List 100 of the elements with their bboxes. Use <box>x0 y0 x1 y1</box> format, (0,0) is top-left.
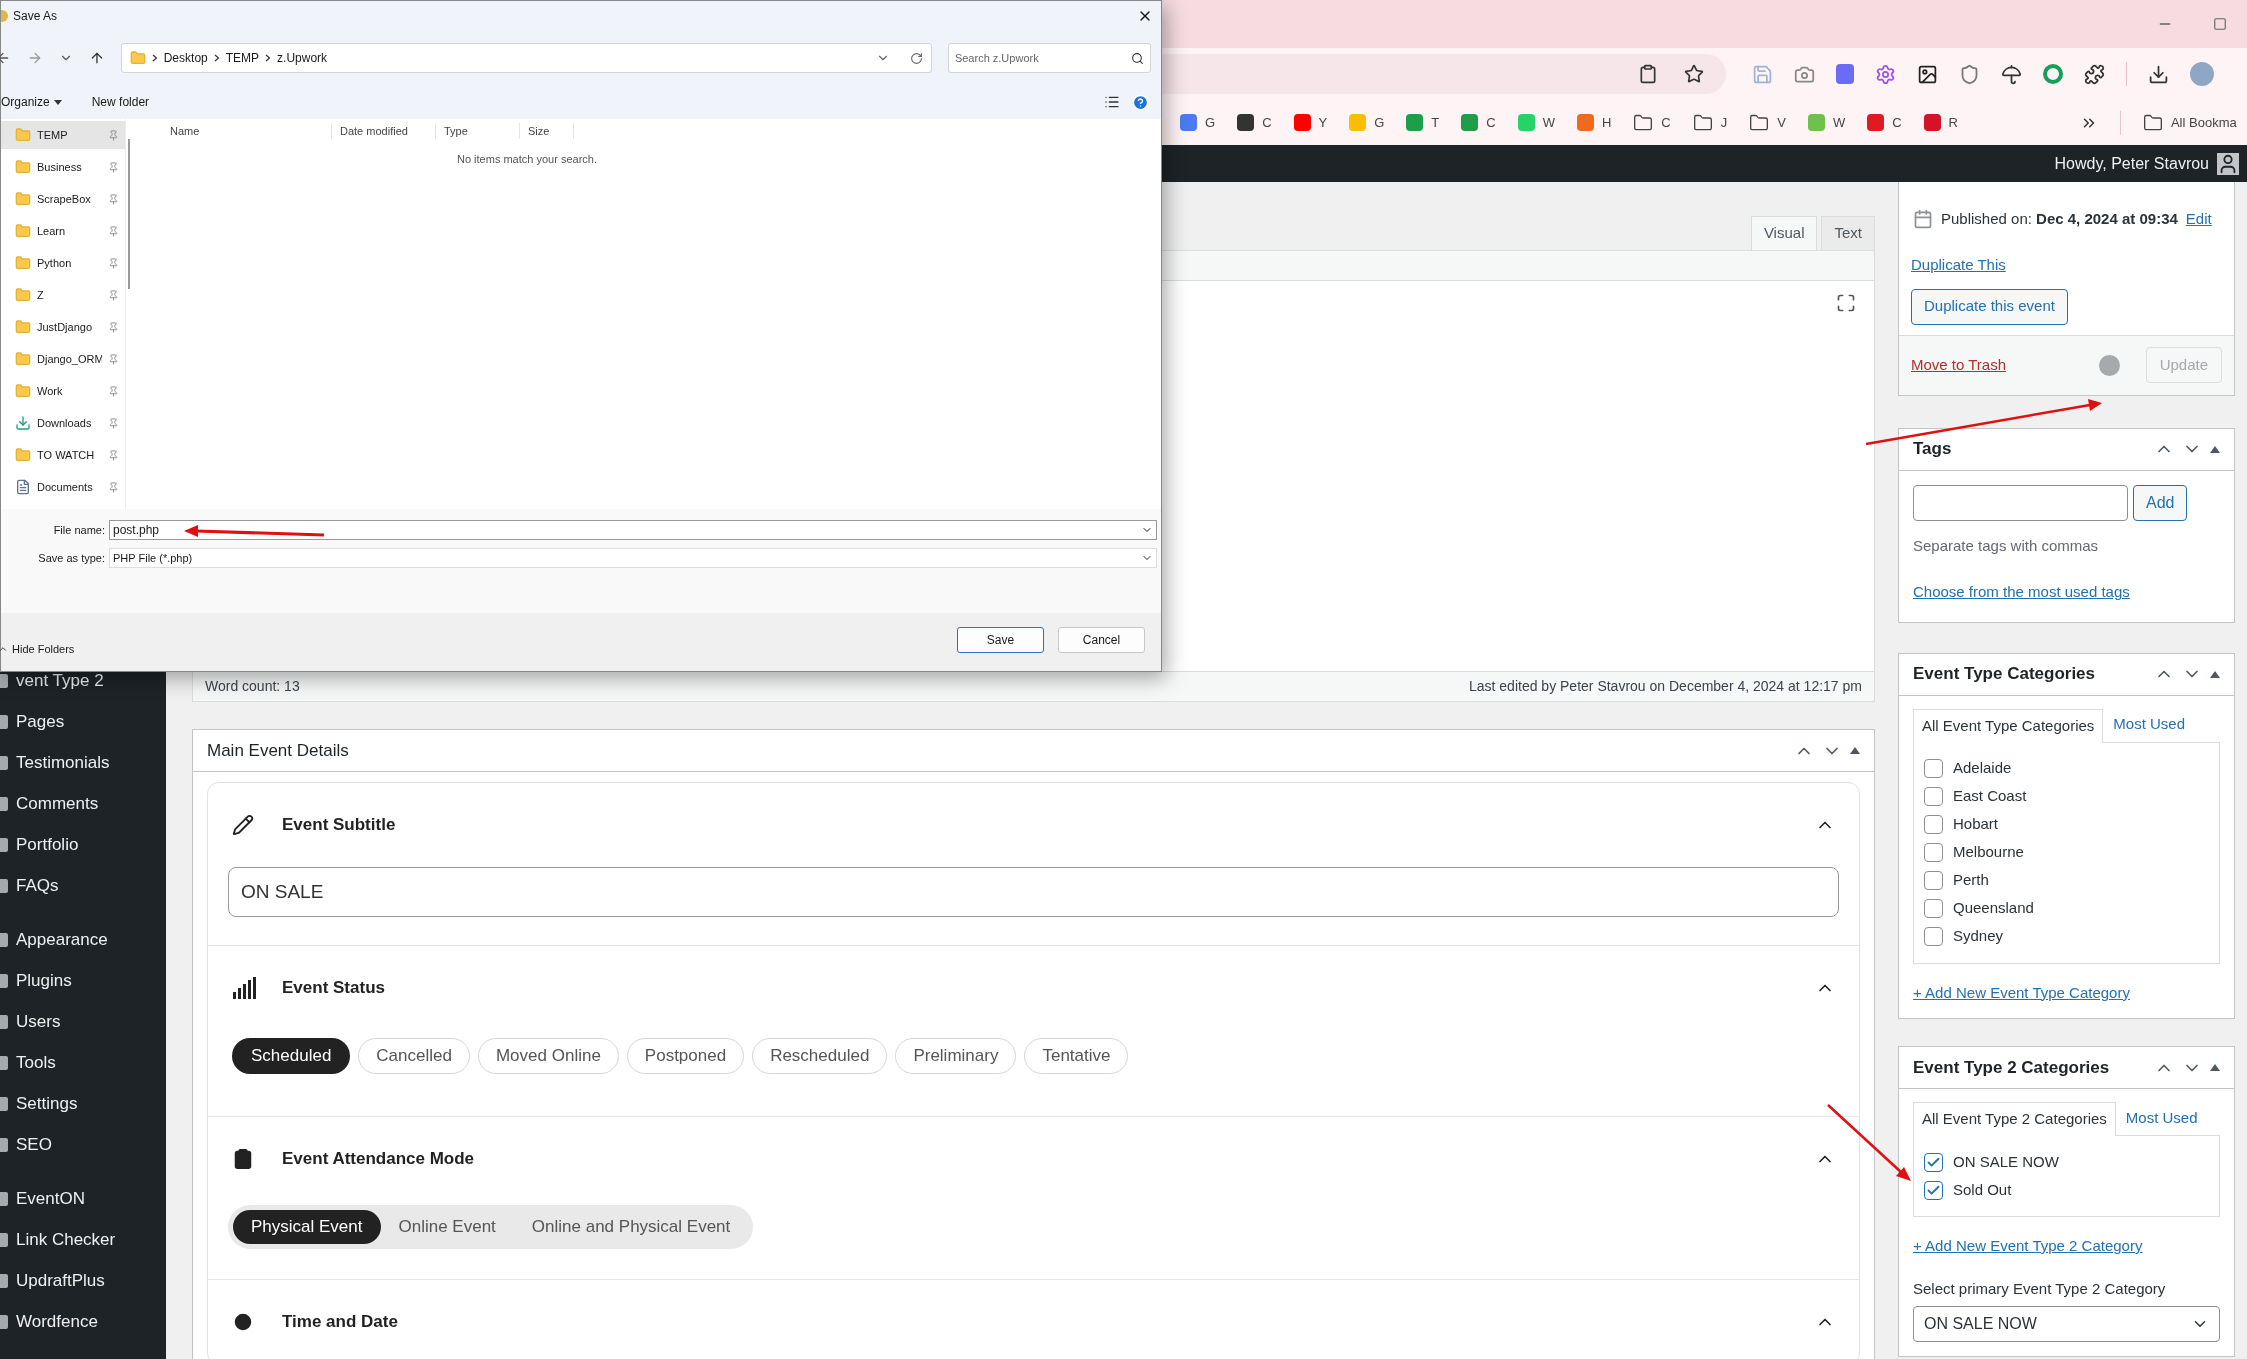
category-tab[interactable]: All Event Type Categories <box>1913 708 2104 743</box>
star-icon[interactable] <box>1684 64 1704 84</box>
search-icon[interactable] <box>1131 51 1144 65</box>
category-tab[interactable]: Most Used <box>2115 1101 2208 1135</box>
checkbox[interactable] <box>1924 759 1943 778</box>
shield-icon[interactable] <box>1959 63 1980 85</box>
bookmark[interactable]: Y <box>1293 112 1328 133</box>
dialog-button[interactable]: Cancel <box>1058 627 1145 653</box>
add-tag-button[interactable]: Add <box>2133 484 2188 521</box>
toggle-panel-icon[interactable] <box>1850 747 1860 754</box>
nav-pane-item[interactable]: Django_ORM <box>1 345 125 373</box>
toggle-panel-icon[interactable] <box>2210 1064 2220 1071</box>
fullscreen-icon[interactable] <box>1836 293 1856 313</box>
bookmark[interactable]: T <box>1406 112 1440 133</box>
nav-pane-item[interactable]: TEMP <box>1 121 125 149</box>
file-name-field[interactable]: post.php <box>109 520 1157 540</box>
menu-item[interactable]: Link Checker <box>16 1226 116 1253</box>
menu-item[interactable]: Comments <box>16 790 99 817</box>
add-category-link[interactable]: + Add New Event Type Category <box>1913 981 2130 1004</box>
bookmark[interactable]: W <box>1517 112 1555 133</box>
attendance-option[interactable]: Physical Event <box>233 1210 381 1244</box>
new-folder-button[interactable]: New folder <box>91 93 150 111</box>
bookmark[interactable]: W <box>1807 112 1846 133</box>
bookmark[interactable]: J <box>1692 112 1728 133</box>
umbrella-icon[interactable] <box>2001 63 2022 85</box>
status-option[interactable]: Rescheduled <box>752 1038 888 1074</box>
toggle-panel-icon[interactable] <box>2210 670 2220 678</box>
view-options-icon[interactable] <box>1104 94 1120 110</box>
menu-item[interactable]: Users <box>16 1008 61 1035</box>
checkbox[interactable] <box>1924 815 1943 834</box>
checkbox[interactable] <box>1924 787 1943 806</box>
tag-input[interactable] <box>1913 484 2128 521</box>
add-category-link[interactable]: + Add New Event Type 2 Category <box>1913 1235 2143 1258</box>
menu-item[interactable]: EventON <box>16 1185 85 1212</box>
most-used-tags-link[interactable]: Choose from the most used tags <box>1913 581 2130 604</box>
status-option[interactable]: Tentative <box>1024 1038 1129 1074</box>
puzzle-icon[interactable] <box>2084 63 2105 85</box>
bookmark[interactable]: C <box>1461 112 1496 133</box>
toggle-panel-icon[interactable] <box>2210 445 2220 453</box>
nav-pane-item[interactable]: Documents <box>1 473 125 501</box>
menu-item[interactable]: Pages <box>16 708 65 735</box>
clipboard-icon[interactable] <box>1638 64 1658 84</box>
checkbox[interactable] <box>1924 899 1943 918</box>
nav-pane-item[interactable]: TO WATCH <box>1 441 125 469</box>
nav-pane-item[interactable]: Work <box>1 377 125 405</box>
image-icon[interactable] <box>1917 63 1938 85</box>
search-field[interactable]: Search z.Upwork <box>947 43 1151 73</box>
primary-category-select[interactable]: ON SALE NOW <box>1913 1306 2220 1342</box>
status-option[interactable]: Postponed <box>626 1038 745 1074</box>
column-header[interactable]: Type <box>436 122 520 140</box>
editor-tab[interactable]: Text <box>1821 216 1875 250</box>
bookmark[interactable]: C <box>1867 112 1902 133</box>
refresh-icon[interactable] <box>909 51 923 65</box>
menu-item[interactable]: Tools <box>16 1049 56 1076</box>
breadcrumb-item[interactable]: TEMP <box>225 49 260 67</box>
checkbox[interactable] <box>1924 927 1943 946</box>
column-header[interactable]: Name <box>162 122 332 140</box>
avatar-icon[interactable] <box>2217 152 2239 175</box>
category-tab[interactable]: All Event Type 2 Categories <box>1913 1102 2116 1136</box>
menu-item[interactable]: Wordfence <box>16 1308 98 1335</box>
greeting-text[interactable]: Howdy, Peter Stavrou <box>2054 151 2209 176</box>
menu-item[interactable]: Testimonials <box>16 749 110 776</box>
breadcrumb-item[interactable]: z.Upwork <box>277 49 328 67</box>
menu-item[interactable]: FAQs <box>16 872 59 899</box>
category-tab[interactable]: Most Used <box>2103 707 2196 742</box>
address-field[interactable]: Desktop TEMP z.Upwork <box>120 43 932 73</box>
trash-link[interactable]: Move to Trash <box>1911 353 2099 377</box>
nav-pane-item[interactable]: Downloads <box>1 409 125 437</box>
bookmark[interactable]: G <box>1349 112 1385 133</box>
bookmark[interactable]: C <box>1237 112 1272 133</box>
help-icon[interactable] <box>1132 93 1149 111</box>
attendance-option[interactable]: Online and Physical Event <box>513 1210 749 1244</box>
checkbox[interactable] <box>1924 1180 1943 1200</box>
duplicate-link[interactable]: Duplicate This <box>1911 254 2006 277</box>
status-option[interactable]: Moved Online <box>477 1038 619 1074</box>
extension-icon[interactable] <box>2043 64 2063 84</box>
dialog-button[interactable]: Save <box>957 627 1044 653</box>
status-option[interactable]: Scheduled <box>232 1038 351 1074</box>
bookmark[interactable]: H <box>1576 112 1612 133</box>
menu-item[interactable]: SEO <box>16 1131 52 1158</box>
bookmark[interactable]: G <box>1180 112 1216 133</box>
column-header[interactable]: Size <box>520 122 574 140</box>
nav-pane-item[interactable]: Learn <box>1 217 125 245</box>
breadcrumb-item[interactable]: Desktop <box>163 49 208 67</box>
menu-item[interactable]: Settings <box>16 1090 78 1117</box>
gear-icon[interactable] <box>1875 63 1896 85</box>
duplicate-event-button[interactable]: Duplicate this event <box>1911 288 2068 325</box>
status-option[interactable]: Cancelled <box>358 1038 470 1074</box>
maximize-icon[interactable] <box>2213 17 2227 31</box>
subtitle-field[interactable]: ON SALE <box>228 867 1839 917</box>
menu-item[interactable]: Portfolio <box>16 831 79 858</box>
bookmark[interactable]: All Bookma <box>2142 112 2237 133</box>
column-header[interactable]: Date modified <box>332 122 436 140</box>
download-icon[interactable] <box>2148 63 2169 85</box>
bookmark[interactable]: V <box>1749 112 1786 133</box>
extension-icon[interactable] <box>1836 64 1854 84</box>
nav-pane-item[interactable]: Z <box>1 281 125 309</box>
menu-item[interactable]: vent Type 2 <box>16 667 104 694</box>
bookmark[interactable]: R <box>1923 112 1958 133</box>
checkbox[interactable] <box>1924 843 1943 862</box>
